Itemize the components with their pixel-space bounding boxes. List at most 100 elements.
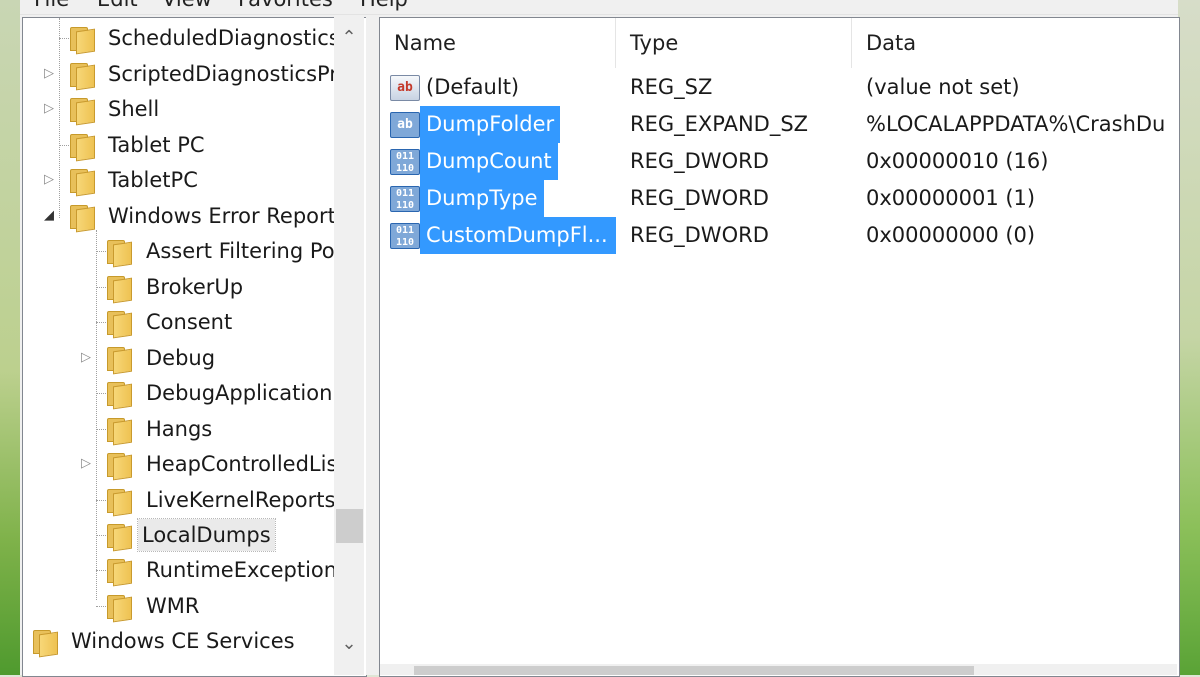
- folder-icon: [68, 27, 95, 55]
- tree-item-label: ScheduledDiagnostics: [108, 26, 340, 50]
- column-header-name[interactable]: Name: [380, 18, 616, 68]
- column-header-data[interactable]: Data: [852, 18, 1179, 68]
- tree-item-shell[interactable]: ▷ Shell: [23, 93, 343, 126]
- tree-item-debug-application[interactable]: DebugApplication: [23, 377, 343, 410]
- value-name: (Default): [426, 75, 520, 99]
- value-name: DumpCount: [420, 143, 558, 180]
- string-value-icon: ab: [390, 75, 420, 101]
- scroll-up-icon[interactable]: ⌃: [334, 23, 364, 53]
- value-row-dumpfolder[interactable]: ab DumpFolder REG_EXPAND_SZ %LOCALAPPDAT…: [380, 106, 1179, 143]
- tree-item-label: Hangs: [146, 417, 213, 441]
- tree-item-label: ScriptedDiagnosticsPr: [108, 62, 338, 86]
- folder-icon: [68, 169, 95, 197]
- tree-item-label: TabletPC: [108, 168, 198, 192]
- tree-item-tabletpc[interactable]: ▷ TabletPC: [23, 164, 343, 197]
- value-data: 0x00000000 (0): [866, 223, 1036, 247]
- folder-icon: [105, 489, 132, 517]
- folder-icon: [68, 98, 95, 126]
- value-name: DumpType: [420, 180, 544, 217]
- scroll-down-icon[interactable]: ⌄: [334, 629, 364, 659]
- tree-item-label: RuntimeException: [146, 558, 338, 582]
- menu-edit[interactable]: Edit: [97, 0, 138, 11]
- tree-item-wmr[interactable]: WMR: [23, 590, 343, 623]
- folder-icon: [105, 559, 132, 587]
- tree-item-label: Shell: [108, 97, 160, 121]
- collapse-arrow-icon[interactable]: ◢: [43, 200, 55, 232]
- registry-values-list[interactable]: Name Type Data ab (Default) REG_SZ (valu…: [379, 17, 1180, 677]
- folder-icon: [105, 382, 132, 410]
- list-horizontal-scrollbar[interactable]: [380, 664, 1177, 675]
- folder-icon: [105, 240, 132, 268]
- registry-key-tree[interactable]: ScheduledDiagnostics ▷ ScriptedDiagnosti…: [22, 17, 367, 677]
- tree-item-scripted-diagnostics[interactable]: ▷ ScriptedDiagnosticsPr: [23, 58, 343, 91]
- tree-vertical-scrollbar[interactable]: ⌃ ⌄: [334, 17, 364, 675]
- tree-item-assert-filtering[interactable]: Assert Filtering Po: [23, 235, 343, 268]
- menu-view[interactable]: View: [162, 0, 212, 11]
- value-type: REG_DWORD: [630, 223, 769, 247]
- folder-icon: [105, 595, 132, 623]
- value-type: REG_DWORD: [630, 186, 769, 210]
- tree-item-brokerup[interactable]: BrokerUp: [23, 271, 343, 304]
- binary-value-icon: 011 110: [390, 186, 420, 212]
- value-row-customdumpflags[interactable]: 011 110 CustomDumpFl... REG_DWORD 0x00000…: [380, 217, 1179, 254]
- value-data: %LOCALAPPDATA%\CrashDu: [866, 112, 1166, 136]
- folder-icon: [105, 418, 132, 446]
- tree-item-label: Windows CE Services: [71, 629, 295, 653]
- value-name: CustomDumpFl...: [420, 217, 616, 254]
- value-data: (value not set): [866, 75, 1020, 99]
- tree-item-runtime-exception[interactable]: RuntimeException: [23, 554, 343, 587]
- folder-icon: [68, 63, 95, 91]
- value-row-dumpcount[interactable]: 011 110 DumpCount REG_DWORD 0x00000010 (1…: [380, 143, 1179, 180]
- scrollbar-thumb[interactable]: [336, 509, 363, 543]
- expand-arrow-icon[interactable]: ▷: [43, 164, 55, 196]
- tree-item-live-kernel-reports[interactable]: LiveKernelReports: [23, 484, 343, 517]
- scrollbar-thumb[interactable]: [414, 666, 974, 675]
- expand-arrow-icon[interactable]: ▷: [43, 58, 55, 90]
- tree-item-label: Windows Error Report: [108, 204, 336, 228]
- pane-splitter[interactable]: [366, 17, 378, 675]
- tree-item-label: Consent: [146, 310, 233, 334]
- tree-item-scheduled-diagnostics[interactable]: ScheduledDiagnostics: [23, 22, 343, 55]
- column-header-type[interactable]: Type: [616, 18, 852, 68]
- tree-item-heap-controlled-list[interactable]: ▷ HeapControlledLis: [23, 448, 343, 481]
- tree-item-local-dumps[interactable]: LocalDumps: [23, 518, 343, 552]
- folder-icon: [31, 630, 58, 658]
- expand-arrow-icon[interactable]: ▷: [80, 342, 92, 374]
- tree-item-consent[interactable]: Consent: [23, 306, 343, 339]
- menu-file[interactable]: File: [34, 0, 69, 11]
- folder-icon: [68, 205, 95, 233]
- value-row-dumptype[interactable]: 011 110 DumpType REG_DWORD 0x00000001 (1): [380, 180, 1179, 217]
- tree-item-windows-ce-services[interactable]: Windows CE Services: [23, 625, 343, 658]
- value-type: REG_EXPAND_SZ: [630, 112, 809, 136]
- menu-help[interactable]: Help: [360, 0, 408, 11]
- folder-icon: [105, 311, 132, 339]
- value-type: REG_DWORD: [630, 149, 769, 173]
- tree-item-label: HeapControlledLis: [146, 452, 338, 476]
- folder-icon: [105, 276, 132, 304]
- menu-bar: File Edit View Favorites Help: [20, 0, 1178, 15]
- folder-icon: [105, 453, 132, 481]
- value-type: REG_SZ: [630, 75, 713, 99]
- value-row-default[interactable]: ab (Default) REG_SZ (value not set): [380, 69, 1179, 106]
- expand-arrow-icon[interactable]: ▷: [43, 93, 55, 125]
- desktop-background-left: [0, 0, 20, 675]
- tree-item-label: Debug: [146, 346, 216, 370]
- folder-icon: [105, 524, 132, 552]
- binary-value-icon: 011 110: [390, 149, 420, 175]
- tree-item-label: LocalDumps: [137, 518, 276, 552]
- tree-item-debug[interactable]: ▷ Debug: [23, 342, 343, 375]
- tree-item-hangs[interactable]: Hangs: [23, 413, 343, 446]
- value-data: 0x00000010 (16): [866, 149, 1049, 173]
- binary-value-icon: 011 110: [390, 223, 420, 249]
- tree-item-windows-error-reporting[interactable]: ◢ Windows Error Report: [23, 200, 343, 233]
- value-name: DumpFolder: [420, 106, 561, 143]
- folder-icon: [68, 134, 95, 162]
- tree-item-tablet-pc[interactable]: Tablet PC: [23, 129, 343, 162]
- folder-icon: [105, 347, 132, 375]
- menu-favorites[interactable]: Favorites: [238, 0, 333, 11]
- expand-arrow-icon[interactable]: ▷: [80, 448, 92, 480]
- tree-item-label: BrokerUp: [146, 275, 244, 299]
- tree-item-label: Tablet PC: [108, 133, 205, 157]
- string-value-icon: ab: [390, 112, 420, 138]
- tree-item-label: WMR: [146, 594, 200, 618]
